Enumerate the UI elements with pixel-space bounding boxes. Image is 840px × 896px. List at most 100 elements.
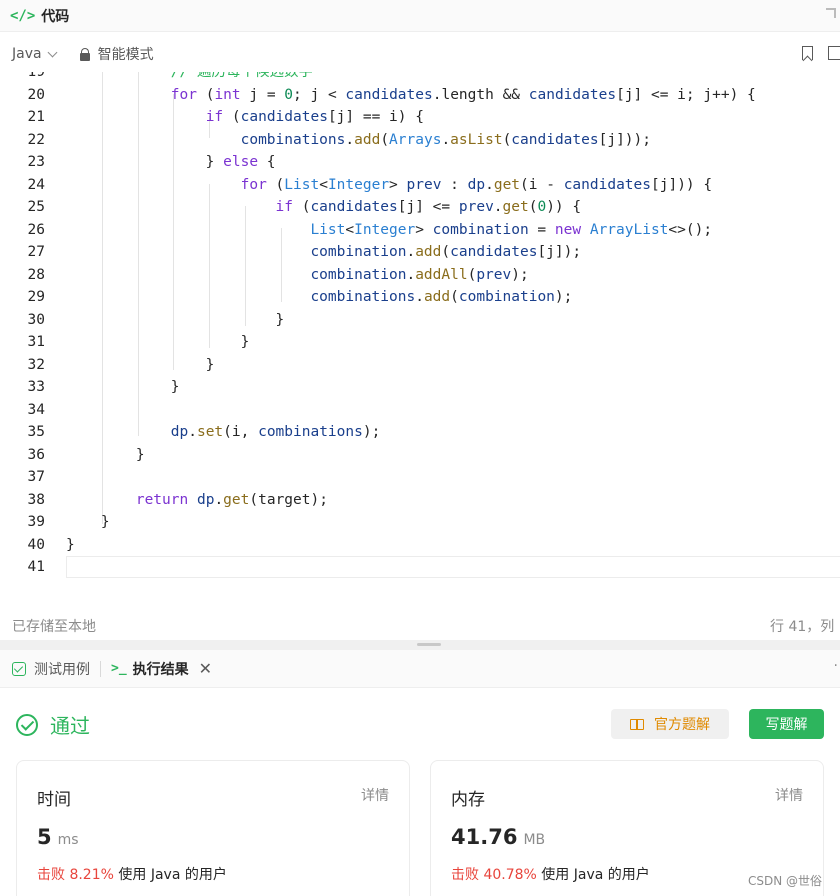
smart-mode-toggle[interactable]: 智能模式 — [79, 44, 154, 64]
runtime-label: 时间 — [37, 790, 71, 810]
code-line[interactable]: 20 for (int j = 0; j < candidates.length… — [0, 84, 840, 107]
saved-status: 已存储至本地 — [12, 619, 96, 635]
code-line[interactable]: 40} — [0, 534, 840, 557]
chevron-down-icon — [47, 47, 58, 57]
code-line[interactable]: 32 } — [0, 354, 840, 377]
code-line[interactable]: 33 } — [0, 376, 840, 399]
code-line[interactable]: 29 combinations.add(combination); — [0, 286, 840, 309]
line-number: 25 — [27, 199, 45, 215]
bookmark-icon[interactable] — [802, 46, 813, 60]
code-text: combination.add(candidates[j]); — [310, 244, 582, 260]
code-text: } — [66, 379, 180, 395]
code-text: if (candidates[j] <= prev.get(0)) { — [275, 199, 582, 215]
code-panel: </> 代码 Java 智能模式 19 // 遍历每个候选数字 20 for (i… — [0, 0, 840, 640]
code-line[interactable]: 34 — [0, 399, 840, 422]
tab-testcase-label: 测试用例 — [34, 661, 90, 678]
checkbox-icon — [12, 661, 26, 676]
line-number: 28 — [27, 266, 45, 283]
more-icon[interactable]: · — [834, 658, 838, 674]
code-line[interactable]: 35 dp.set(i, combinations); — [0, 421, 840, 444]
code-line[interactable]: 23 } else { — [0, 151, 840, 174]
result-tabbar: 测试用例 >_ 执行结果 ✕ · — [0, 650, 840, 688]
close-icon[interactable]: ✕ — [199, 659, 212, 678]
line-number: 22 — [27, 131, 45, 148]
code-text: combinations.add(Arrays.asList(candidate… — [240, 131, 651, 148]
code-line[interactable]: 21 if (candidates[j] == i) { — [0, 106, 840, 129]
code-text: combination.addAll(prev); — [310, 266, 529, 283]
code-editor[interactable]: 19 // 遍历每个候选数字 20 for (int j = 0; j < can… — [0, 72, 840, 582]
line-number: 27 — [27, 244, 45, 260]
official-solution-label: 官方题解 — [654, 717, 710, 733]
code-text: } — [66, 446, 145, 463]
code-panel-header: </> 代码 — [0, 0, 840, 32]
code-line[interactable]: 24 for (List<Integer> prev : dp.get(i - … — [0, 174, 840, 197]
line-number: 36 — [27, 446, 45, 463]
code-line[interactable]: 31 } — [0, 331, 840, 354]
line-number: 35 — [27, 424, 45, 440]
memory-value: 41.76 MB — [451, 825, 545, 849]
cursor-position: 行 41，列 — [770, 619, 835, 635]
result-panel: 通过 官方题解 写题解 时间 详情 5 ms 击败 8.21% 使用 Java … — [0, 688, 840, 896]
code-line[interactable]: 25 if (candidates[j] <= prev.get(0)) { — [0, 196, 840, 219]
code-text: } else { — [66, 154, 276, 170]
runtime-card[interactable]: 时间 详情 5 ms 击败 8.21% 使用 Java 的用户 — [16, 760, 410, 896]
code-line[interactable]: 39 } — [0, 511, 840, 534]
code-text: if (candidates[j] == i) { — [205, 109, 424, 125]
language-label: Java — [12, 46, 42, 62]
code-text: for (int j = 0; j < candidates.length &&… — [170, 86, 756, 103]
memory-beat-percent: 击败 40.78% — [451, 867, 537, 883]
code-line[interactable]: 41 — [0, 556, 840, 579]
runtime-unit: ms — [57, 832, 79, 848]
line-number: 41 — [27, 559, 45, 575]
runtime-beat-percent: 击败 8.21% — [37, 867, 114, 883]
line-number: 32 — [27, 356, 45, 373]
line-number: 34 — [27, 401, 45, 418]
line-number: 39 — [27, 514, 45, 530]
code-text: // 遍历每个候选数字 — [66, 72, 313, 80]
code-line[interactable]: 38 return dp.get(target); — [0, 489, 840, 512]
code-text: List<Integer> combination = new ArrayLis… — [310, 221, 713, 238]
code-text: combinations.add(combination); — [310, 289, 573, 305]
line-number: 37 — [27, 469, 45, 485]
memory-number: 41.76 — [451, 825, 518, 849]
language-select[interactable]: Java — [12, 46, 58, 62]
code-line[interactable]: 26 List<Integer> combination = new Array… — [0, 219, 840, 242]
memory-detail-link[interactable]: 详情 — [775, 785, 803, 805]
code-line[interactable]: 30 } — [0, 309, 840, 332]
write-solution-label: 写题解 — [765, 717, 808, 733]
write-solution-button[interactable]: 写题解 — [749, 709, 824, 739]
code-line[interactable]: 19 // 遍历每个候选数字 — [0, 72, 840, 84]
book-icon — [630, 718, 644, 730]
result-status-label: 通过 — [50, 714, 90, 738]
official-solution-button[interactable]: 官方题解 — [611, 709, 729, 739]
code-line[interactable]: 22 combinations.add(Arrays.asList(candid… — [0, 129, 840, 152]
tab-testcase[interactable]: 测试用例 — [12, 659, 90, 679]
fullscreen-icon[interactable] — [828, 46, 840, 60]
runtime-detail-link[interactable]: 详情 — [361, 785, 389, 805]
corner-arrow-icon[interactable] — [826, 8, 836, 18]
lock-icon — [79, 47, 90, 61]
code-text: dp.set(i, combinations); — [170, 424, 381, 440]
code-line[interactable]: 37 — [0, 466, 840, 489]
code-line[interactable]: 28 combination.addAll(prev); — [0, 264, 840, 287]
line-number: 29 — [27, 289, 45, 305]
runtime-beat-users: 使用 Java 的用户 — [118, 867, 227, 883]
code-text: for (List<Integer> prev : dp.get(i - can… — [240, 176, 713, 193]
code-text: } — [66, 356, 215, 373]
line-number: 40 — [27, 536, 45, 553]
code-line[interactable]: 27 combination.add(candidates[j]); — [0, 241, 840, 264]
resize-grip-icon[interactable] — [417, 643, 441, 646]
tab-result-label: 执行结果 — [132, 661, 189, 678]
code-icon: </> — [10, 7, 36, 24]
result-status: 通过 — [16, 710, 90, 739]
code-text: } — [66, 536, 75, 553]
tab-result[interactable]: >_ 执行结果 ✕ — [111, 659, 212, 679]
tab-separator — [100, 660, 101, 677]
line-number: 21 — [27, 109, 45, 125]
terminal-icon: >_ — [111, 661, 127, 676]
memory-unit: MB — [523, 832, 546, 848]
editor-statusbar: 已存储至本地 行 41，列 — [0, 608, 840, 640]
code-line[interactable]: 36 } — [0, 444, 840, 467]
line-number: 26 — [27, 221, 45, 238]
editor-toolbar: Java 智能模式 — [0, 36, 840, 72]
